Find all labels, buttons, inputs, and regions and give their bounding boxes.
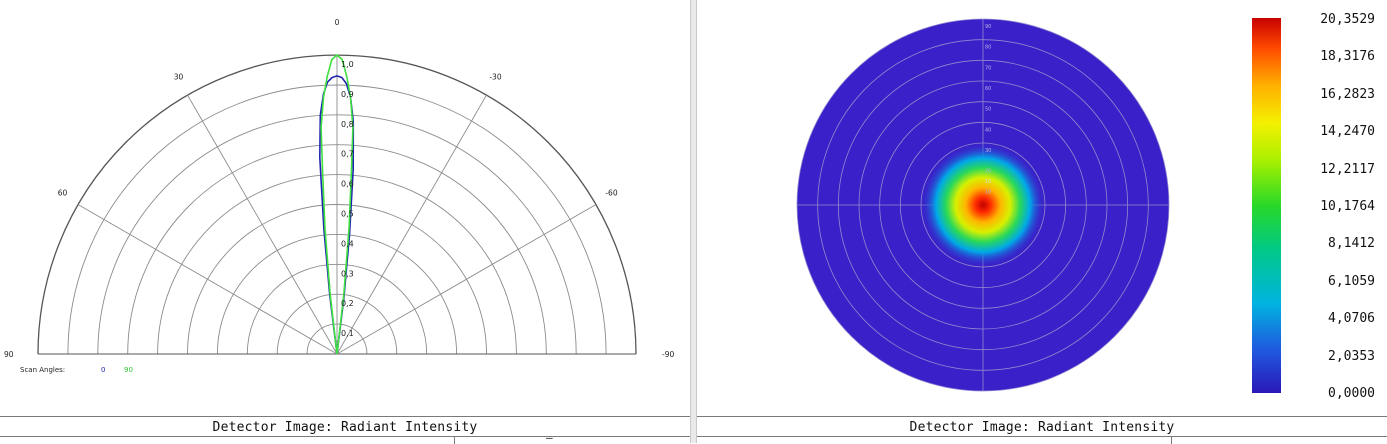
polar-grid [37, 54, 637, 355]
heatmap-radial-label: 20 [985, 169, 991, 175]
right-footer: Detector Image: Radiant Intensity [697, 416, 1387, 444]
heatmap-radial-label: 90 [985, 24, 991, 30]
polar-chart: 0 30 -30 60 -60 90 -90 0,1 0,2 0,3 0,4 0,5 0,6 0,7 0,8… [4, 18, 674, 374]
colorbar-label: 14,2470 [1320, 124, 1375, 140]
polar-radial-tick-label: 1,0 [341, 60, 354, 69]
legend-entry-90: 90 [124, 366, 133, 374]
polar-angle-label: -30 [489, 73, 501, 82]
pane-splitter[interactable] [690, 0, 697, 443]
heatmap-radial-label: 30 [985, 148, 991, 154]
polar-labels-group: 0 30 -30 60 -60 90 -90 0,1 0,2 0,3 0,4 0,5 0,6 0,7 0,8… [4, 18, 674, 359]
polar-radial-tick-label: 0,4 [341, 239, 354, 248]
polar-radial-tick-label: 0,6 [341, 180, 354, 189]
heatmap-radial-label: 50 [985, 107, 991, 113]
heatmap-radial-label: 60 [985, 86, 991, 92]
polar-legend: Scan Angles: 0 90 [20, 366, 133, 374]
colorbar-label: 0,0000 [1328, 386, 1375, 401]
polar-grid-spoke [187, 94, 338, 355]
colorbar-label: 12,2117 [1320, 161, 1375, 177]
colorbar-label: 4,0706 [1328, 311, 1375, 327]
polar-angle-label: -60 [605, 189, 617, 198]
left-footer: Detector Image: Radiant Intensity – [0, 416, 690, 444]
polar-radial-tick-label: 0,1 [341, 329, 354, 338]
polar-radial-tick-label: 0,5 [341, 210, 354, 219]
polar-angle-label: -90 [662, 350, 674, 359]
polar-grid-spoke [336, 94, 487, 355]
right-footer-divider [697, 436, 1387, 437]
colorbar-label: 6,1059 [1328, 273, 1375, 289]
heatmap-radial-label: 70 [985, 65, 991, 71]
polar-radial-tick-label: 0,2 [341, 299, 354, 308]
heatmap-radial-label: 80 [985, 45, 991, 51]
colorbar-label: 10,1764 [1320, 199, 1375, 214]
colorbar-label: 2,0353 [1328, 348, 1375, 364]
polar-grid-spoke [77, 204, 338, 355]
colorbar-label: 20,3529 [1320, 12, 1375, 27]
left-footer-cut-glyph: – [546, 431, 553, 444]
legend-entry-0: 0 [101, 366, 105, 374]
legend-title: Scan Angles: [20, 366, 65, 374]
polar-plot-panel: 0 30 -30 60 -60 90 -90 0,1 0,2 0,3 0,4 0,5 0,6 0,7 0,8… [0, 0, 690, 444]
polar-angle-label: 30 [174, 73, 184, 82]
heatmap-radial-labels: 10 20 30 40 50 60 70 80 90 10 [985, 24, 991, 195]
colorbar-label: 8,1412 [1328, 236, 1375, 252]
polar-angle-label: 90 [4, 350, 14, 359]
polar-angle-label: 60 [58, 189, 68, 198]
polar-radial-tick-label: 0,3 [341, 269, 354, 278]
polar-radial-tick-label: 0,8 [341, 120, 354, 129]
heatmap-center-label: 10 [985, 179, 991, 185]
left-footer-title: Detector Image: Radiant Intensity [212, 420, 478, 435]
polar-radial-tick-label: 0,7 [341, 150, 354, 159]
polar-radial-tick-label: 0,9 [341, 90, 354, 99]
colorbar [1252, 18, 1281, 393]
heatmap-panel: 10 20 30 40 50 60 70 80 90 10 20,3529 18,3176 16,28… [697, 0, 1387, 444]
heatmap-radial-label: 40 [985, 127, 991, 133]
polar-grid-spoke [336, 204, 597, 355]
colorbar-label: 18,3176 [1320, 49, 1375, 65]
hotspot [921, 143, 1045, 267]
heatmap-chart: 10 20 30 40 50 60 70 80 90 10 [796, 18, 1281, 393]
colorbar-label: 16,2823 [1320, 86, 1375, 102]
heatmap-radial-label: 10 [985, 189, 991, 195]
right-footer-title: Detector Image: Radiant Intensity [909, 420, 1175, 435]
left-footer-divider [0, 436, 690, 437]
polar-angle-label: 0 [335, 18, 340, 27]
